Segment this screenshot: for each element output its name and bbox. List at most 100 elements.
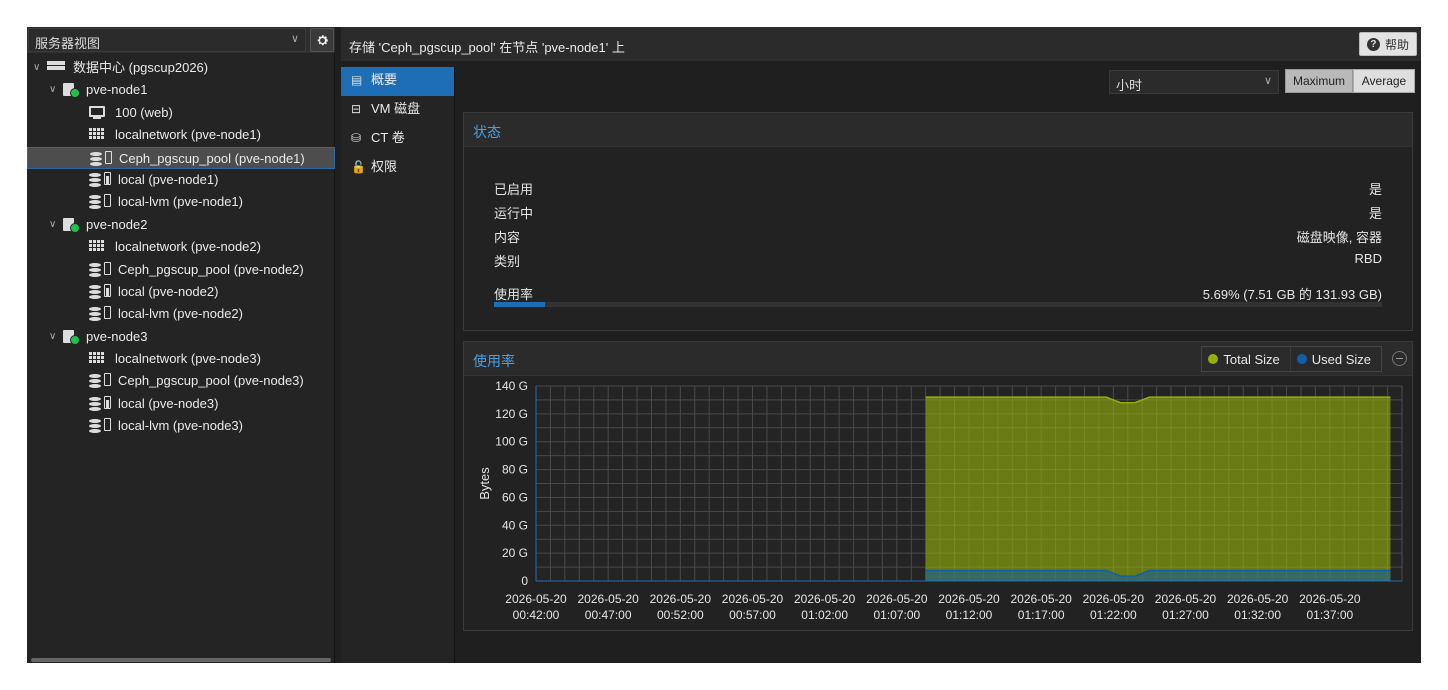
question-icon: ? bbox=[1366, 37, 1380, 51]
tree-item[interactable]: ∨ pve-node3 bbox=[27, 326, 335, 348]
tree-scrollbar[interactable] bbox=[31, 658, 331, 662]
tree-item[interactable]: ∨ 数据中心 (pgscup2026) bbox=[27, 57, 335, 79]
hdd-icon: ⊟ bbox=[351, 102, 362, 116]
status-value: 是 bbox=[1368, 182, 1382, 197]
tree-item-label: pve-node2 bbox=[86, 216, 148, 232]
storage-icon bbox=[89, 373, 111, 389]
chart-x-tick-date: 2026-05-20 bbox=[866, 592, 928, 606]
tree-item[interactable]: localnetwork (pve-node2) bbox=[27, 236, 335, 258]
collapse-icon[interactable] bbox=[1392, 351, 1407, 366]
chart-x-tick-date: 2026-05-20 bbox=[1083, 592, 1145, 606]
status-value: 是 bbox=[1368, 206, 1382, 221]
chart-y-axis-label: Bytes bbox=[477, 467, 492, 500]
chart-y-tick-label: 120 G bbox=[495, 407, 528, 421]
expand-twisty-icon[interactable]: ∨ bbox=[33, 57, 45, 79]
chart-x-tick-date: 2026-05-20 bbox=[794, 592, 856, 606]
tree-item[interactable]: local-lvm (pve-node1) bbox=[27, 191, 335, 213]
tree-item[interactable]: Ceph_pgscup_pool (pve-node2) bbox=[27, 259, 335, 281]
tree-item[interactable]: ∨ pve-node1 bbox=[27, 79, 335, 101]
legend-item[interactable]: Total Size bbox=[1202, 347, 1289, 371]
chart-x-tick-time: 00:42:00 bbox=[513, 608, 560, 622]
network-grid-icon bbox=[89, 128, 105, 142]
maximum-button[interactable]: Maximum bbox=[1285, 69, 1353, 93]
tree-item[interactable]: local-lvm (pve-node3) bbox=[27, 415, 335, 437]
nav-item[interactable]: ▤ 概要 bbox=[341, 67, 454, 96]
tree-item[interactable]: localnetwork (pve-node1) bbox=[27, 124, 335, 146]
chart-x-tick-date: 2026-05-20 bbox=[938, 592, 1000, 606]
status-panel-header: 状态 bbox=[464, 113, 1412, 147]
node-online-icon bbox=[63, 217, 80, 233]
view-select[interactable]: 服务器视图 ∨ bbox=[28, 28, 306, 52]
tree-item[interactable]: 100 (web) bbox=[27, 102, 335, 124]
server-icon bbox=[47, 61, 65, 75]
legend-item[interactable]: Used Size bbox=[1289, 347, 1381, 371]
tree-item-label: local (pve-node1) bbox=[118, 171, 219, 187]
expand-twisty-icon[interactable]: ∨ bbox=[49, 79, 61, 101]
tree-item-label: local-lvm (pve-node2) bbox=[118, 306, 243, 322]
timeframe-select[interactable]: 小时 ∨ bbox=[1109, 70, 1279, 94]
tree-item-label: Ceph_pgscup_pool (pve-node3) bbox=[118, 373, 304, 389]
chart-y-tick-label: 40 G bbox=[502, 518, 528, 532]
tree-item[interactable]: localnetwork (pve-node3) bbox=[27, 348, 335, 370]
tree-item-label: local-lvm (pve-node1) bbox=[118, 194, 243, 210]
chart-x-tick-time: 01:02:00 bbox=[801, 608, 848, 622]
tree-item-label: local-lvm (pve-node3) bbox=[118, 418, 243, 434]
nav-item-label: 概要 bbox=[371, 72, 398, 87]
status-value: 磁盘映像, 容器 bbox=[1296, 230, 1382, 245]
tree-item[interactable]: ∨ pve-node2 bbox=[27, 214, 335, 236]
tree-item[interactable]: local (pve-node2) bbox=[27, 281, 335, 303]
summary-toolbar: 小时 ∨ Maximum Average bbox=[457, 67, 1421, 99]
status-panel-title: 状态 bbox=[473, 124, 501, 140]
monitor-icon bbox=[89, 105, 105, 120]
tree-item-label: localnetwork (pve-node1) bbox=[115, 127, 261, 143]
unlock-icon: 🔓 bbox=[351, 160, 366, 174]
chevron-down-icon: ∨ bbox=[290, 33, 299, 45]
tree-item[interactable]: Ceph_pgscup_pool (pve-node3) bbox=[27, 370, 335, 392]
tree-item[interactable]: local (pve-node3) bbox=[27, 393, 335, 415]
storage-icon bbox=[89, 171, 111, 187]
chart-y-tick-label: 20 G bbox=[502, 546, 528, 560]
chart-x-tick-date: 2026-05-20 bbox=[1227, 592, 1289, 606]
chart-x-tick-time: 00:52:00 bbox=[657, 608, 704, 622]
expand-twisty-icon[interactable]: ∨ bbox=[49, 214, 61, 236]
tree-item[interactable]: local-lvm (pve-node2) bbox=[27, 303, 335, 325]
chart-x-tick-time: 01:32:00 bbox=[1234, 608, 1281, 622]
app-window: 服务器视图 ∨ ∨ 数据中心 (pgscup2026) ∨ pve-node1 100 … bbox=[27, 27, 1421, 663]
nav-item-label: 权限 bbox=[371, 159, 398, 174]
status-key: 类别 bbox=[494, 254, 521, 269]
summary-content: 小时 ∨ Maximum Average 状态 已启用是运行中是内容 磁盘映像, … bbox=[457, 67, 1421, 663]
storage-icon bbox=[89, 194, 111, 210]
tree-item-label: local (pve-node2) bbox=[118, 283, 219, 299]
average-button[interactable]: Average bbox=[1353, 69, 1415, 93]
status-row: 已启用 是 bbox=[494, 179, 1382, 201]
storage-icon bbox=[89, 395, 111, 411]
legend-dot bbox=[1296, 354, 1307, 364]
chart-x-tick-time: 01:37:00 bbox=[1306, 608, 1353, 622]
storage-icon bbox=[89, 261, 111, 277]
status-key: 运行中 bbox=[494, 206, 534, 221]
status-key: 已启用 bbox=[494, 182, 534, 197]
network-grid-icon bbox=[89, 352, 105, 366]
nav-item[interactable]: ⊟ VM 磁盘 bbox=[341, 96, 454, 125]
nav-item[interactable]: ⛁ CT 卷 bbox=[341, 125, 454, 154]
usage-key: 使用率 bbox=[494, 287, 534, 302]
chart-x-tick-time: 00:47:00 bbox=[585, 608, 632, 622]
legend-label: Used Size bbox=[1311, 351, 1371, 367]
gear-icon[interactable] bbox=[310, 28, 334, 52]
nav-item[interactable]: 🔓 权限 bbox=[341, 154, 454, 183]
tree-item[interactable]: Ceph_pgscup_pool (pve-node1) bbox=[27, 146, 335, 169]
help-button[interactable]: ? 帮助 bbox=[1359, 32, 1417, 56]
status-row: 类别 RBD bbox=[494, 251, 1382, 273]
expand-twisty-icon[interactable]: ∨ bbox=[49, 326, 61, 348]
chart-x-tick-time: 01:12:00 bbox=[946, 608, 993, 622]
usage-value: 5.69% (7.51 GB 的 131.93 GB) bbox=[1202, 287, 1382, 302]
resource-tree: ∨ 数据中心 (pgscup2026) ∨ pve-node1 100 (web) loc… bbox=[27, 57, 335, 438]
storage-icon bbox=[89, 418, 111, 434]
node-online-icon bbox=[63, 83, 80, 99]
tree-item[interactable]: local (pve-node1) bbox=[27, 169, 335, 191]
chart-x-tick-date: 2026-05-20 bbox=[505, 592, 567, 606]
chart-x-tick-time: 00:57:00 bbox=[729, 608, 776, 622]
tree-item-label: 100 (web) bbox=[115, 104, 173, 120]
storage-icon bbox=[90, 150, 112, 166]
tree-item-label: localnetwork (pve-node2) bbox=[115, 239, 261, 255]
